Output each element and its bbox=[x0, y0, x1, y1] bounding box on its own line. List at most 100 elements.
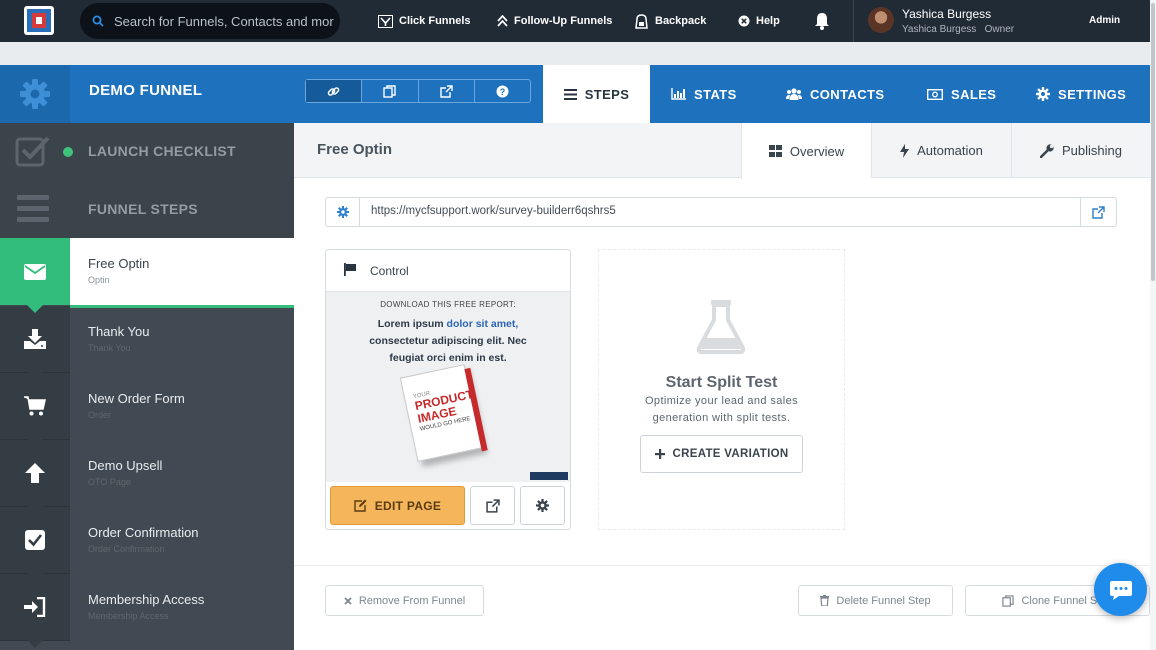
clickfunnels-badge bbox=[530, 472, 568, 480]
nav-help[interactable]: Help bbox=[738, 13, 780, 29]
control-variant-card: Control DOWNLOAD THIS FREE REPORT: Lorem… bbox=[325, 249, 571, 530]
copy-link-button[interactable] bbox=[306, 80, 363, 102]
user-menu[interactable]: Yashica Burgess Yashica Burgess Owner Ad… bbox=[853, 0, 1150, 42]
split-test-description: Optimize your lead and sales generation … bbox=[644, 395, 799, 424]
cart-icon bbox=[24, 396, 46, 416]
nav-backpack[interactable]: Backpack bbox=[634, 13, 706, 29]
open-page-button[interactable] bbox=[470, 486, 515, 525]
preview-body: Lorem ipsum dolor sit amet, consectetur … bbox=[366, 316, 530, 367]
sign-in-icon bbox=[24, 597, 46, 617]
tab-steps[interactable]: STEPS bbox=[543, 65, 650, 123]
search-input[interactable] bbox=[114, 13, 334, 29]
tab-label: Automation bbox=[917, 143, 983, 158]
notifications-bell[interactable] bbox=[814, 12, 830, 35]
tab-label: CONTACTS bbox=[810, 86, 885, 102]
nav-click-funnels[interactable]: Click Funnels bbox=[378, 13, 471, 29]
open-funnel-button[interactable] bbox=[419, 80, 475, 102]
funnel-name: DEMO FUNNEL bbox=[89, 82, 203, 99]
step-title: Thank You bbox=[88, 324, 150, 339]
tab-label: SETTINGS bbox=[1058, 86, 1127, 102]
sidebar-step-thank-you[interactable]: Thank You Thank You bbox=[0, 306, 294, 380]
step-icon-cell bbox=[0, 238, 70, 313]
step-icon-cell bbox=[0, 574, 70, 648]
trash-icon bbox=[820, 595, 830, 606]
funnel-header: DEMO FUNNEL ? STEPS STATS CONTACTS SALES… bbox=[0, 65, 1150, 123]
external-link-icon bbox=[439, 84, 453, 98]
sidebar-step-new-order-form[interactable]: New Order Form Order bbox=[0, 373, 294, 447]
sidebar-step-membership-access[interactable]: Membership Access Membership Access bbox=[0, 574, 294, 648]
menu-icon bbox=[17, 195, 49, 222]
tab-stats[interactable]: STATS bbox=[671, 65, 737, 123]
external-link-icon bbox=[485, 498, 500, 513]
tab-publishing[interactable]: Publishing bbox=[1011, 123, 1150, 178]
tab-label: Publishing bbox=[1062, 143, 1122, 158]
create-variation-label: CREATE VARIATION bbox=[672, 448, 789, 460]
split-test-panel: Start Split Test Optimize your lead and … bbox=[598, 249, 845, 530]
step-type: OTO Page bbox=[88, 477, 131, 487]
step-type: Thank You bbox=[88, 343, 131, 353]
tab-label: SALES bbox=[951, 86, 997, 102]
scrollbar-thumb[interactable] bbox=[1151, 3, 1155, 281]
nav-follow-up-funnels[interactable]: Follow-Up Funnels bbox=[497, 13, 612, 29]
funnel-help-button[interactable]: ? bbox=[475, 80, 530, 102]
tab-contacts[interactable]: CONTACTS bbox=[786, 65, 884, 123]
variant-header: Control bbox=[326, 250, 570, 292]
funnel-steps-header[interactable]: FUNNEL STEPS bbox=[0, 181, 294, 239]
clickfunnels-icon bbox=[378, 14, 393, 28]
step-icon-cell bbox=[0, 507, 70, 581]
flag-icon bbox=[344, 263, 356, 276]
step-url-bar: https://mycfsupport.work/survey-builderr… bbox=[325, 197, 1117, 227]
step-type: Order bbox=[88, 410, 112, 420]
preview-highlight: dolor sit amet, bbox=[446, 318, 519, 330]
step-header: Free Optin Overview Automation Publishin… bbox=[294, 123, 1150, 179]
page-settings-button[interactable] bbox=[520, 486, 565, 525]
variant-label: Control bbox=[370, 264, 409, 278]
url-settings-button[interactable] bbox=[326, 198, 360, 226]
delete-funnel-step-button[interactable]: Delete Funnel Step bbox=[798, 585, 953, 616]
admin-link[interactable]: Admin bbox=[1089, 15, 1120, 26]
bell-icon bbox=[815, 13, 829, 30]
tab-overview[interactable]: Overview bbox=[741, 123, 871, 179]
avatar bbox=[868, 7, 894, 33]
open-url-button[interactable] bbox=[1080, 198, 1116, 226]
create-variation-button[interactable]: CREATE VARIATION bbox=[640, 435, 803, 473]
edit-page-button[interactable]: EDIT PAGE bbox=[330, 486, 465, 525]
chat-widget-button[interactable] bbox=[1094, 563, 1147, 616]
step-title: New Order Form bbox=[88, 391, 185, 406]
sidebar-step-free-optin[interactable]: Free Optin Optin bbox=[0, 238, 294, 313]
funnel-settings-cog[interactable] bbox=[0, 65, 70, 123]
launch-checklist[interactable]: LAUNCH CHECKLIST bbox=[0, 123, 294, 181]
status-dot bbox=[63, 147, 73, 157]
tab-label: STATS bbox=[694, 86, 737, 102]
gear-icon bbox=[536, 499, 549, 512]
clickfunnels-logo[interactable] bbox=[24, 6, 54, 35]
step-title: Free Optin bbox=[317, 141, 393, 158]
plus-icon bbox=[654, 449, 665, 459]
gear-icon bbox=[20, 79, 50, 109]
user-subtitle: Yashica Burgess Owner bbox=[902, 24, 1015, 35]
chat-icon bbox=[1109, 580, 1132, 600]
page-scrollbar[interactable] bbox=[1150, 0, 1156, 650]
remove-label: Remove From Funnel bbox=[358, 594, 466, 607]
sidebar-step-demo-upsell[interactable]: Demo Upsell OTO Page bbox=[0, 440, 294, 514]
global-search[interactable] bbox=[80, 3, 340, 39]
tab-settings[interactable]: SETTINGS bbox=[1036, 65, 1126, 123]
step-title: Membership Access bbox=[88, 592, 205, 607]
bar-chart-icon bbox=[671, 88, 686, 100]
split-test-title: Start Split Test bbox=[665, 374, 778, 391]
grid-icon bbox=[768, 145, 782, 157]
tab-automation[interactable]: Automation bbox=[871, 123, 1011, 178]
tab-sales[interactable]: SALES bbox=[927, 65, 996, 123]
sidebar-step-order-confirmation[interactable]: Order Confirmation Order Confirmation bbox=[0, 507, 294, 581]
clone-funnel-button[interactable] bbox=[362, 80, 419, 102]
preview-text: Lorem ipsum bbox=[377, 318, 447, 330]
step-type: Order Confirmation bbox=[88, 544, 165, 554]
money-icon bbox=[927, 88, 943, 100]
delete-label: Delete Funnel Step bbox=[836, 594, 931, 607]
preview-text: consectetur adipiscing elit. Nec bbox=[369, 335, 527, 347]
remove-from-funnel-button[interactable]: Remove From Funnel bbox=[325, 585, 484, 616]
step-url[interactable]: https://mycfsupport.work/survey-builderr… bbox=[371, 205, 616, 217]
page-preview[interactable]: DOWNLOAD THIS FREE REPORT: Lorem ipsum d… bbox=[326, 292, 570, 482]
preview-text: feugiat orci enim in est. bbox=[389, 352, 507, 364]
tab-label: Overview bbox=[789, 143, 845, 159]
